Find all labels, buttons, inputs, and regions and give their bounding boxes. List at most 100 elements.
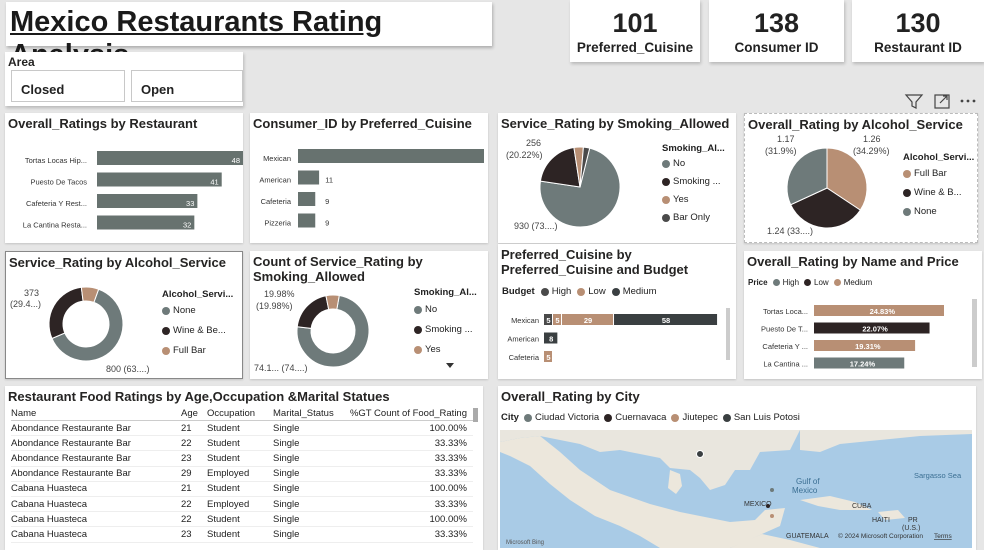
legend-item[interactable]: None xyxy=(903,206,974,217)
expand-icon[interactable] xyxy=(934,94,950,109)
city-map[interactable]: Gulf of Mexico Sargasso Sea MEXICO CUBA … xyxy=(500,430,972,548)
table-row[interactable]: Cabana Huasteca 21 Student Single 100.00% xyxy=(11,482,473,497)
scrollbar[interactable] xyxy=(473,408,478,422)
visual-title: Overall_Rating by Alcohol_Service xyxy=(748,117,963,132)
legend-label: No xyxy=(673,158,686,169)
map-terms-link[interactable]: Terms xyxy=(934,533,952,540)
pie-slice xyxy=(48,286,84,340)
table-cell: Cabana Huasteca xyxy=(11,513,88,525)
legend-item[interactable]: Full Bar xyxy=(162,345,233,356)
visual-consumer-by-cuisine[interactable]: Consumer_ID by Preferred_Cuisine Mexican… xyxy=(250,113,488,243)
visual-cuisine-by-budget[interactable]: Preferred_Cuisine by Preferred_Cuisine a… xyxy=(498,244,736,379)
table-cell: 100.00% xyxy=(429,422,467,434)
column-header[interactable]: Occupation xyxy=(207,408,273,419)
map-point-jiutepec[interactable] xyxy=(770,514,774,518)
visual-overall-by-alcohol[interactable]: Overall_Rating by Alcohol_Service 1.17 (… xyxy=(744,113,978,243)
table-row[interactable]: Abondance Restaurante Bar 23 Student Single… xyxy=(11,451,473,467)
legend-dot xyxy=(540,287,549,296)
service-by-smoking-pie: 256 (20.22%) 930 (73....) xyxy=(506,138,621,231)
column-header[interactable]: %GT Count of Food_Rating xyxy=(345,408,467,419)
more-options-icon[interactable] xyxy=(960,99,976,103)
visual-overall-by-city[interactable]: Overall_Rating by City City Ciudad Victo… xyxy=(498,386,976,550)
legend-item[interactable]: Low xyxy=(577,286,606,297)
legend-item[interactable]: Smoking ... xyxy=(662,176,725,187)
legend-item[interactable]: Yes xyxy=(414,344,477,355)
legend-item[interactable]: High xyxy=(772,278,799,287)
scrollbar[interactable] xyxy=(726,308,730,360)
legend-item[interactable]: Full Bar xyxy=(903,168,974,179)
kpi-preferred-cuisine[interactable]: 101 Preferred_Cuisine xyxy=(570,0,700,62)
legend-item[interactable]: Wine & Be... xyxy=(162,325,233,336)
kpi-restaurant-id[interactable]: 130 Restaurant ID xyxy=(852,0,984,62)
slicer-option-closed[interactable]: Closed xyxy=(11,70,125,102)
column-header[interactable]: Marital_Status xyxy=(273,408,345,419)
visual-overall-by-restaurant[interactable]: Overall_Ratings by Restaurant Tortas Loc… xyxy=(5,113,243,243)
legend-dot xyxy=(414,345,422,354)
data-label: 11 xyxy=(325,176,333,185)
table-cell: Single xyxy=(273,528,300,540)
map-label: Sargasso Sea xyxy=(914,471,962,480)
filter-icon[interactable] xyxy=(904,94,924,109)
table-cell: 33.33% xyxy=(434,452,467,464)
kpi-consumer-id[interactable]: 138 Consumer ID xyxy=(709,0,844,62)
scrollbar[interactable] xyxy=(972,299,977,367)
category-label: La Cantina ... xyxy=(763,360,808,369)
table-cell: 22 xyxy=(181,498,192,510)
cuisine-by-budget-chart: Mexican 5 5 29 58American 8Cafeteria 5 xyxy=(507,314,718,362)
legend-item[interactable]: Smoking ... xyxy=(414,324,477,335)
visual-service-by-smoking[interactable]: Service_Rating by Smoking_Allowed 256 (2… xyxy=(498,113,736,243)
legend-item[interactable]: Ciudad Victoria xyxy=(523,412,599,423)
legend-item[interactable]: San Luis Potosi xyxy=(722,412,800,423)
map-point-san-luis-potosi[interactable] xyxy=(696,450,704,458)
table-row[interactable]: Abondance Restaurante Bar 22 Student Single… xyxy=(11,436,473,452)
bar xyxy=(97,151,243,165)
table-row[interactable]: Cabana Huasteca 22 Employed Single 33.33% xyxy=(11,497,473,513)
column-header[interactable]: Age xyxy=(181,408,207,419)
visual-toolbar xyxy=(902,90,982,112)
visual-title: Overall_Rating by City xyxy=(501,389,640,404)
donut-label: 800 (63....) xyxy=(106,364,150,374)
legend-item[interactable]: Wine & B... xyxy=(903,187,974,198)
category-label: Cafeteria xyxy=(261,197,292,206)
visual-food-ratings-table[interactable]: Restaurant Food Ratings by Age,Occupatio… xyxy=(5,386,483,550)
category-label: Tortas Loca... xyxy=(763,307,808,316)
legend-item[interactable]: Jiutepec xyxy=(671,412,718,423)
legend: Alcohol_Servi... Full Bar Wine & B... No… xyxy=(903,152,974,217)
table-cell: Single xyxy=(273,422,300,434)
legend-item[interactable]: None xyxy=(162,305,233,316)
table-row[interactable]: Cabana Huasteca 23 Student Single 33.33% xyxy=(11,527,473,543)
map-point-cuernavaca[interactable] xyxy=(766,504,770,508)
legend-item[interactable]: Low xyxy=(804,278,829,287)
visual-service-by-alcohol[interactable]: Service_Rating by Alcohol_Service 373 (2… xyxy=(5,251,243,379)
table-row[interactable]: Cabana Huasteca 22 Student Single 100.00% xyxy=(11,512,473,528)
legend-item[interactable]: No xyxy=(414,304,477,315)
data-label: 5 xyxy=(546,353,550,362)
visual-overall-by-name-price[interactable]: Overall_Rating by Name and Price Price H… xyxy=(744,251,982,379)
column-header[interactable]: Name xyxy=(11,408,181,419)
table-cell: 33.33% xyxy=(434,498,467,510)
scroll-down-arrow-icon[interactable] xyxy=(446,363,454,368)
table-cell: 21 xyxy=(181,483,192,495)
legend-title: Smoking_Al... xyxy=(414,287,477,298)
legend-item[interactable]: High xyxy=(540,286,571,297)
legend-item[interactable]: No xyxy=(662,158,725,169)
table-cell: Single xyxy=(273,483,300,495)
legend-label: Wine & Be... xyxy=(173,325,226,336)
map-point-ciudad-victoria[interactable] xyxy=(770,488,774,492)
legend-item[interactable]: Medium xyxy=(833,278,872,287)
category-label: Puesto De Tacos xyxy=(30,178,87,187)
legend-item[interactable]: Medium xyxy=(611,286,657,297)
table-row[interactable]: Abondance Restaurante Bar 21 Student Single… xyxy=(11,421,473,437)
table-cell: Student xyxy=(207,452,240,464)
visual-count-service-by-smoking[interactable]: Count of Service_Rating by Smoking_Allow… xyxy=(250,251,488,379)
table-cell: Abondance Restaurante Bar xyxy=(11,468,131,480)
legend-item[interactable]: Yes xyxy=(662,194,725,205)
category-label: Mexican xyxy=(511,316,539,325)
legend-label: Low xyxy=(814,278,829,287)
legend-item[interactable]: Cuernavaca xyxy=(604,412,666,423)
pie-label: 1.26 xyxy=(863,134,881,144)
table-row[interactable]: Abondance Restaurante Bar 29 Employed Singl… xyxy=(11,467,473,482)
legend-item[interactable]: Bar Only xyxy=(662,212,725,223)
slicer-option-open[interactable]: Open xyxy=(131,70,243,102)
legend-dot xyxy=(414,325,422,334)
